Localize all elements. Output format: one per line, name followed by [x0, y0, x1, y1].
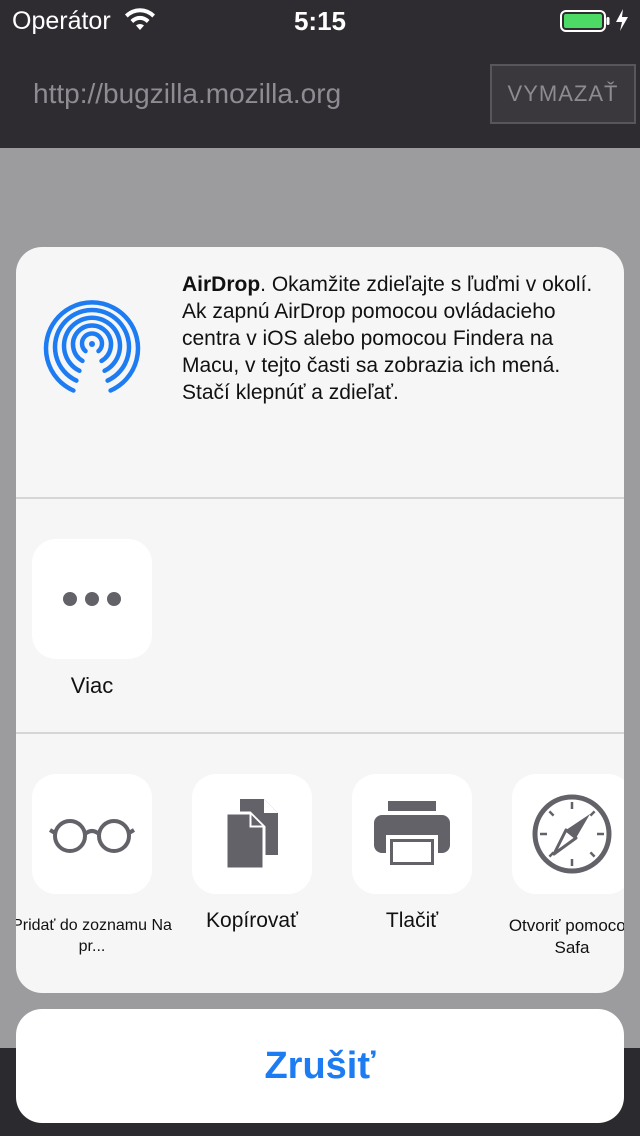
add-to-reading-list-label: Pridať do zoznamu Na pr...	[16, 917, 172, 955]
battery-icon	[560, 10, 610, 32]
add-to-reading-list-button[interactable]	[32, 774, 152, 894]
copy-button[interactable]	[192, 774, 312, 894]
print-button[interactable]	[352, 774, 472, 894]
open-in-safari-label: Otvoriť pomocou Safa	[508, 916, 624, 957]
reading-list-glasses-icon	[48, 819, 136, 853]
status-bar: Operátor 5:15	[0, 0, 640, 42]
cancel-button[interactable]: Zrušiť	[16, 1009, 624, 1123]
url-field[interactable]: http://bugzilla.mozilla.org	[33, 78, 341, 110]
browser-top-bar: Operátor 5:15 http://bugzilla.mozilla.or…	[0, 0, 640, 148]
airdrop-description: AirDrop. Okamžite zdieľajte s ľuďmi v ok…	[182, 271, 602, 406]
safari-compass-icon	[532, 794, 612, 874]
share-sheet: AirDrop. Okamžite zdieľajte s ľuďmi v ok…	[16, 247, 624, 993]
more-apps-button[interactable]	[32, 539, 152, 659]
clear-button[interactable]: VYMAZAŤ	[490, 64, 636, 124]
more-apps-label: Viac	[70, 673, 114, 698]
print-icon	[374, 801, 450, 867]
charging-bolt-icon	[616, 9, 628, 31]
divider	[16, 497, 624, 499]
divider	[16, 732, 624, 734]
airdrop-title: AirDrop	[182, 273, 261, 296]
airdrop-section: AirDrop. Okamžite zdieľajte s ľuďmi v ok…	[16, 247, 624, 497]
open-in-safari-button[interactable]	[512, 774, 624, 894]
more-dots-icon	[63, 592, 121, 606]
copy-label: Kopírovať	[206, 909, 298, 932]
copy-icon	[224, 799, 278, 871]
airdrop-icon	[43, 300, 141, 399]
print-label: Tlačiť	[385, 909, 439, 932]
clock: 5:15	[293, 6, 347, 36]
